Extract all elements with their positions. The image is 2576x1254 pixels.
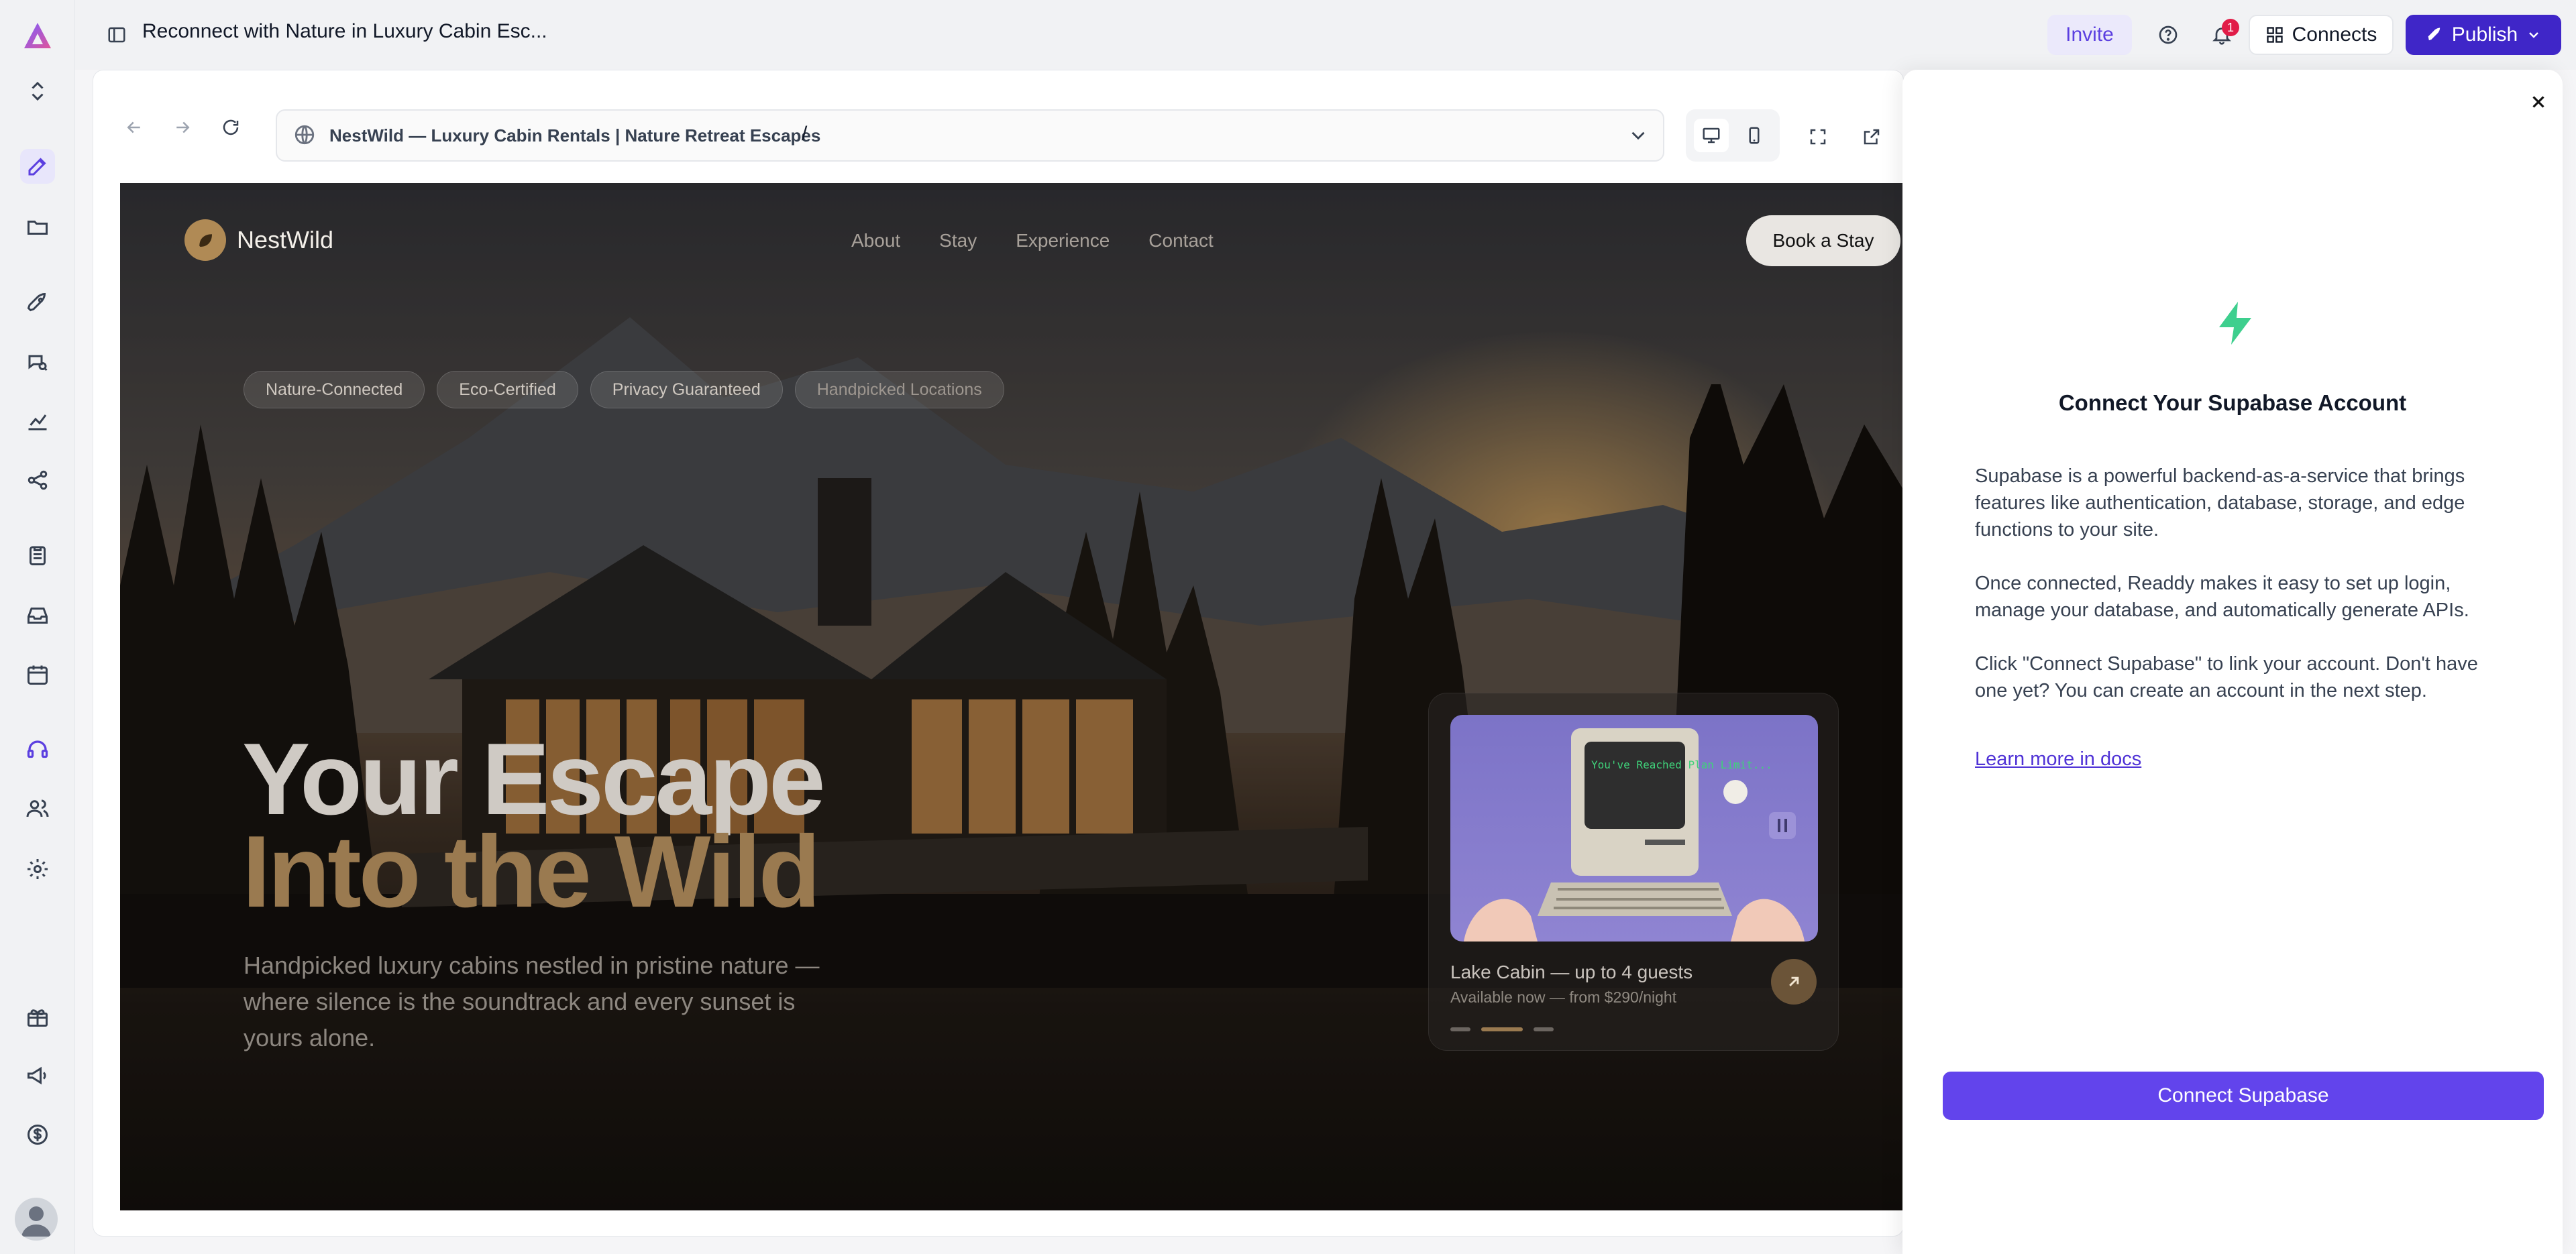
supabase-connect-panel: Connect Your Supabase Account Supabase i…	[1902, 70, 2563, 1254]
supabase-bolt-icon	[2219, 302, 2251, 345]
forward-arrow-icon[interactable]	[166, 111, 199, 144]
help-icon[interactable]	[2148, 15, 2188, 55]
browser-preview-frame: NestWild — Luxury Cabin Rentals | Nature…	[93, 70, 1904, 1237]
panel-title: Connect Your Supabase Account	[2058, 390, 2407, 415]
card-caption: Lake Cabin — up to 4 guests	[1450, 962, 1693, 982]
device-toggle	[1686, 109, 1780, 162]
site-navbar: NestWild About Stay Experience Contact B…	[120, 215, 1904, 269]
rocket-icon[interactable]	[20, 286, 55, 321]
folder-icon[interactable]	[20, 209, 55, 244]
billing-dollar-icon[interactable]	[20, 1117, 55, 1152]
site-menu: About Stay Experience Contact	[851, 230, 1214, 251]
publish-button[interactable]: Publish	[2406, 15, 2561, 55]
panel-paragraph-2: Once connected, Readdy makes it easy to …	[1975, 573, 2469, 621]
invite-button[interactable]: Invite	[2047, 15, 2132, 55]
top-bar: Reconnect with Nature in Luxury Cabin Es…	[75, 0, 2576, 70]
panel-paragraph-1: Supabase is a powerful backend-as-a-serv…	[1975, 465, 2465, 540]
panel-paragraph-3: Click "Connect Supabase" to link your ac…	[1975, 653, 2478, 701]
analytics-icon[interactable]	[20, 404, 55, 439]
chip-eco-certified: Eco-Certified	[437, 371, 578, 408]
card-subcaption: Available now — from $290/night	[1450, 988, 1677, 1006]
arrow-up-right-icon[interactable]	[1771, 959, 1817, 1005]
open-external-icon[interactable]	[1855, 120, 1888, 154]
sidebar-toggle-icon[interactable]	[102, 20, 131, 50]
project-title[interactable]: Reconnect with Nature in Luxury Cabin Es…	[142, 20, 547, 43]
calendar-icon[interactable]	[20, 657, 55, 692]
connects-button[interactable]: Connects	[2249, 15, 2394, 55]
brand-name: NestWild	[237, 226, 334, 253]
chevron-down-icon[interactable]	[2526, 27, 2542, 43]
leaf-logo-icon	[184, 219, 226, 261]
feature-chips: Nature-Connected Eco-Certified Privacy G…	[244, 371, 1004, 408]
support-headset-icon[interactable]	[20, 732, 55, 767]
fullscreen-icon[interactable]	[1801, 120, 1835, 154]
left-rail	[0, 0, 75, 1254]
gift-icon[interactable]	[20, 999, 55, 1034]
card-screen-text: You've Reached Plan Limit...	[1591, 758, 1772, 771]
panel-description: Supabase is a powerful backend-as-a-serv…	[1975, 463, 2512, 731]
hero-headline: Your Escape Into the Wild	[242, 722, 826, 929]
chip-nature-connected: Nature-Connected	[244, 371, 425, 408]
chip-privacy-guaranteed: Privacy Guaranteed	[590, 371, 783, 408]
publish-label: Publish	[2451, 23, 2518, 46]
cabin-card[interactable]: You've Reached Plan Limit... Lake Cabin …	[1428, 693, 1839, 1051]
user-avatar[interactable]	[15, 1198, 58, 1241]
mobile-view-icon[interactable]	[1737, 119, 1772, 152]
carousel-dot-active[interactable]	[1481, 1027, 1523, 1031]
connects-label: Connects	[2292, 23, 2377, 46]
users-icon[interactable]	[20, 791, 55, 826]
url-path: /	[802, 123, 808, 145]
clipboard-icon[interactable]	[20, 538, 55, 573]
nav-stay[interactable]: Stay	[939, 230, 977, 251]
chevron-down-icon[interactable]	[1627, 124, 1650, 147]
share-icon[interactable]	[20, 463, 55, 498]
app-logo-icon[interactable]	[20, 19, 55, 54]
inbox-icon[interactable]	[20, 598, 55, 633]
desktop-view-icon[interactable]	[1694, 119, 1729, 152]
book-a-stay-button[interactable]: Book a Stay	[1746, 215, 1900, 266]
notification-count-badge: 1	[2222, 19, 2239, 36]
rocket-icon	[2428, 27, 2440, 41]
seo-search-icon[interactable]	[20, 345, 55, 380]
notifications-bell-icon[interactable]: 1	[2202, 15, 2242, 55]
nav-experience[interactable]: Experience	[1016, 230, 1110, 251]
website-preview[interactable]: NestWild About Stay Experience Contact B…	[120, 183, 1904, 1210]
settings-gear-icon[interactable]	[20, 852, 55, 887]
hero-subtext: Handpicked luxury cabins nestled in pris…	[244, 952, 820, 1051]
carousel-dots	[1450, 1027, 1554, 1031]
megaphone-icon[interactable]	[20, 1058, 55, 1093]
back-arrow-icon[interactable]	[117, 111, 151, 144]
expand-collapse-icon[interactable]	[20, 74, 55, 109]
globe-icon	[294, 125, 315, 145]
headline-line-2: Into the Wild	[242, 815, 820, 929]
headline-line-1: Your Escape	[242, 722, 826, 836]
reload-icon[interactable]	[214, 111, 248, 144]
url-bar[interactable]: NestWild — Luxury Cabin Rentals | Nature…	[276, 109, 1664, 162]
nav-contact[interactable]: Contact	[1148, 230, 1214, 251]
chip-handpicked-locations: Handpicked Locations	[794, 371, 1004, 408]
carousel-dot[interactable]	[1534, 1027, 1554, 1031]
learn-more-docs-link[interactable]: Learn more in docs	[1975, 748, 2141, 771]
page-title-in-url: NestWild — Luxury Cabin Rentals | Nature…	[329, 125, 821, 146]
carousel-dot[interactable]	[1450, 1027, 1470, 1031]
site-brand[interactable]: NestWild	[184, 219, 333, 261]
connect-supabase-button[interactable]: Connect Supabase	[1943, 1072, 2544, 1120]
connects-grid-icon	[2266, 27, 2283, 43]
close-icon[interactable]	[2525, 89, 2552, 115]
card-image: You've Reached Plan Limit...	[1450, 715, 1818, 942]
edit-icon[interactable]	[20, 149, 55, 184]
nav-about[interactable]: About	[851, 230, 900, 251]
